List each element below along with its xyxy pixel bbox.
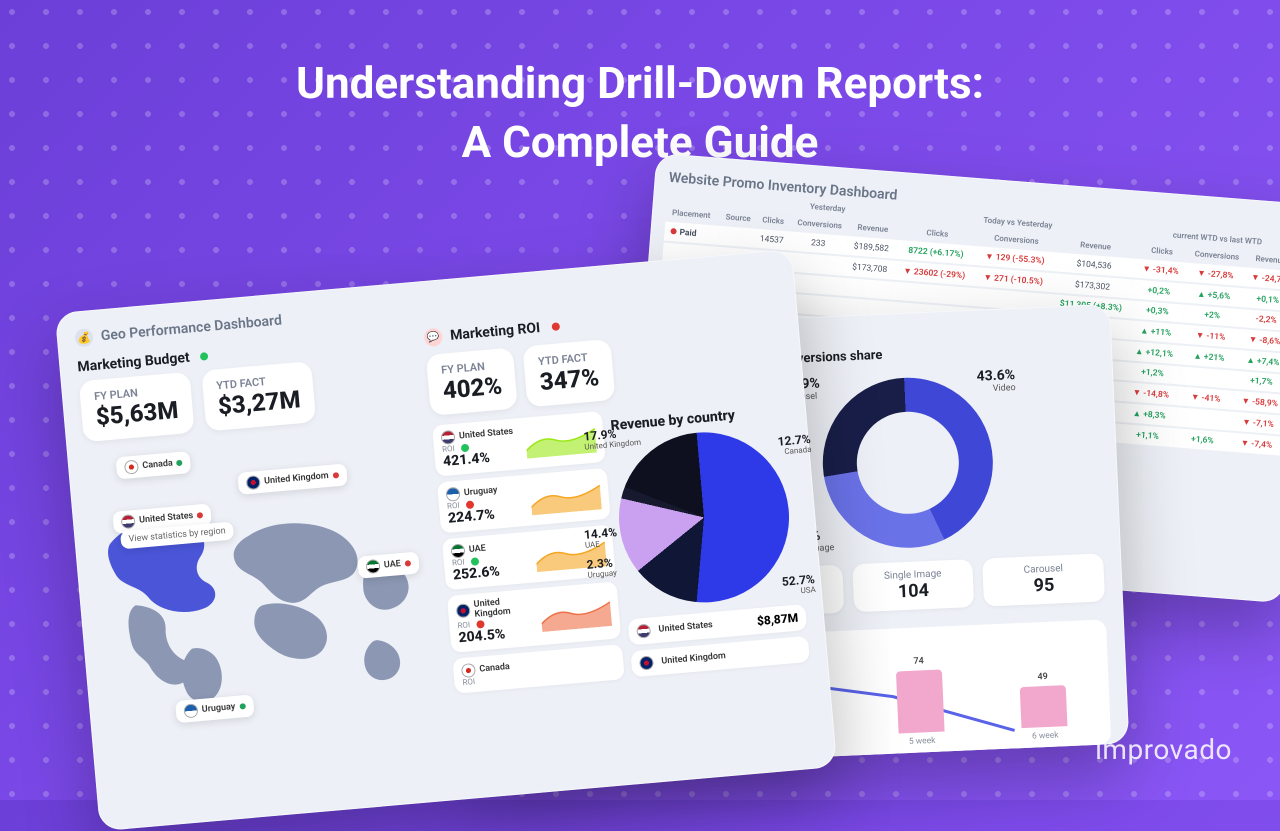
fy-plan-card[interactable]: FY PLAN $5,63M [79, 372, 194, 442]
roi-fy-plan[interactable]: FY PLAN 402% [426, 347, 518, 415]
roi-country-row[interactable]: United KingdomROI 204.5% [447, 581, 621, 653]
brand-logo: improvado [1095, 733, 1232, 766]
status-dot-green [199, 352, 208, 361]
bar: 496 week [990, 684, 1100, 744]
donut-chart: 26.9%Carousel 43.6%Video 29.5%Single Ima… [819, 374, 996, 551]
bar: 745 week [866, 668, 976, 749]
page-title: Understanding Drill-Down Reports: A Comp… [0, 54, 1280, 173]
roi-country-row[interactable]: UruguayROI 224.7% [437, 468, 611, 534]
geo-dashboard: 💰 Geo Performance Dashboard Marketing Bu… [55, 249, 838, 831]
ytd-fact-card[interactable]: YTD FACT $3,27M [201, 361, 316, 431]
chat-icon: 💬 [424, 328, 444, 348]
bag-icon: 💰 [74, 328, 94, 348]
status-dot-red [552, 322, 561, 331]
roi-country-row[interactable]: CanadaROI [452, 644, 624, 694]
roi-ytd-fact[interactable]: YTD FACT 347% [523, 339, 615, 407]
roi-country-row[interactable]: United StatesROI 421.4% [432, 411, 606, 477]
tile[interactable]: Single Image104 [852, 559, 975, 612]
tile[interactable]: Carousel95 [982, 553, 1105, 606]
revenue-pie: 17.9%United Kingdom 12.7%Canada 14.4%UAE… [612, 425, 796, 609]
budget-title: Marketing Budget [77, 350, 190, 376]
world-map[interactable]: Canada United States View statistics by … [85, 423, 447, 791]
